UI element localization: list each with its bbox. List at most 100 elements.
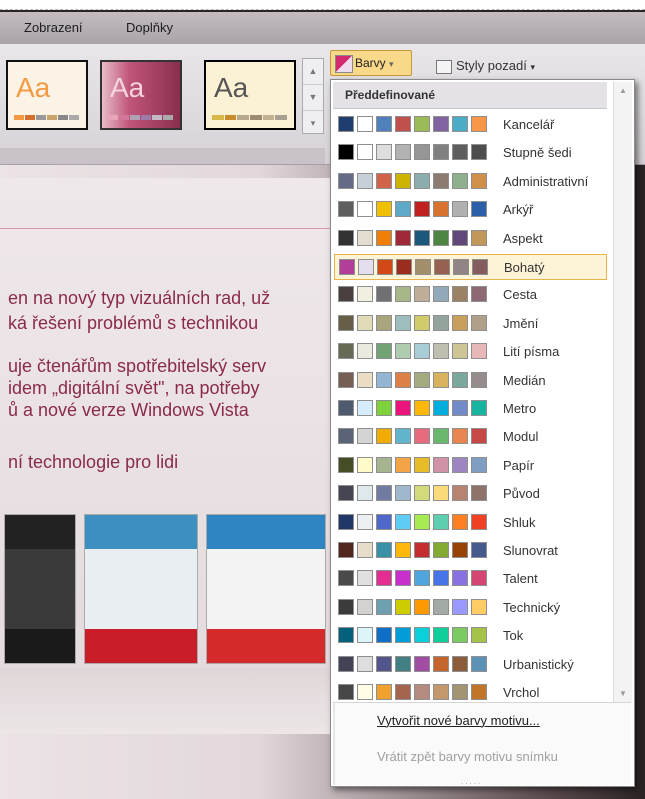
menu-bar: Zobrazení Doplňky [0, 12, 645, 44]
color-scheme-item[interactable]: Modul [334, 424, 607, 450]
color-swatch [376, 684, 392, 700]
color-swatch [433, 400, 449, 416]
chevron-down-icon: ▾ [530, 62, 535, 72]
color-swatch [433, 371, 449, 388]
color-swatch [395, 371, 411, 388]
color-swatch [376, 485, 392, 502]
color-scheme-item[interactable]: Jmění [334, 311, 607, 337]
color-swatch [433, 116, 449, 132]
color-scheme-label: Bohatý [504, 260, 545, 275]
color-swatch [357, 513, 373, 530]
color-scheme-label: Shluk [503, 514, 536, 530]
gallery-scroll[interactable]: ▲ ▼ ▾ [302, 58, 324, 134]
gallery-more-icon[interactable]: ▾ [303, 111, 323, 136]
gallery-scroll-up-icon[interactable]: ▲ [303, 59, 323, 85]
color-scheme-item[interactable]: Stupně šedi [334, 140, 607, 166]
color-swatch [471, 598, 487, 615]
color-swatch [471, 456, 487, 473]
color-swatch [338, 314, 354, 331]
color-swatch [338, 201, 354, 218]
color-swatch [471, 684, 487, 700]
theme-thumbnail-2[interactable]: Aa [100, 60, 182, 130]
color-swatch [434, 259, 450, 275]
color-swatch [395, 598, 411, 615]
color-swatch [338, 428, 354, 445]
color-swatch [433, 229, 449, 246]
color-scheme-label: Slunovrat [503, 543, 558, 558]
color-swatch [357, 116, 373, 132]
color-swatch [357, 485, 373, 502]
create-theme-colors-link[interactable]: Vytvořit nové barvy motivu... [377, 713, 540, 728]
color-scheme-item[interactable]: Cesta [334, 282, 607, 308]
color-swatch [376, 116, 392, 132]
color-swatch [396, 259, 412, 275]
gallery-scroll-down-icon[interactable]: ▼ [303, 85, 323, 111]
dropdown-scrollbar[interactable]: ▲ ▼ [613, 82, 632, 702]
color-scheme-item[interactable]: Metro [334, 396, 607, 422]
color-swatch [338, 598, 354, 615]
color-swatch [376, 229, 392, 246]
color-swatch [376, 286, 392, 303]
color-swatch [376, 513, 392, 530]
color-swatch [338, 627, 354, 644]
styly-pozadi-button[interactable]: Styly pozadí ▾ [436, 58, 535, 74]
color-scheme-item[interactable]: Aspekt [334, 226, 607, 252]
color-scheme-label: Talent [503, 571, 538, 587]
barvy-button[interactable]: Barvy ▾ [330, 50, 412, 76]
scroll-down-icon[interactable]: ▼ [619, 689, 627, 698]
color-scheme-item[interactable]: Talent [334, 566, 607, 592]
color-scheme-item[interactable]: Urbanistický [334, 652, 607, 678]
color-scheme-item[interactable]: Shluk [334, 510, 607, 536]
color-swatch [358, 259, 374, 275]
color-scheme-item[interactable]: Medián [334, 368, 607, 394]
color-swatch [395, 314, 411, 331]
color-swatch [395, 400, 411, 416]
color-swatches [338, 513, 490, 530]
color-swatch [471, 172, 487, 189]
color-swatches [338, 655, 490, 672]
colors-dropdown: Předdefinované ▲ ▼ Kancelář Stupně šedi Ad… [330, 79, 635, 787]
color-swatch [433, 598, 449, 615]
scroll-up-icon[interactable]: ▲ [619, 86, 627, 95]
color-scheme-item[interactable]: Slunovrat [334, 538, 607, 564]
color-swatch [433, 655, 449, 672]
color-scheme-item[interactable]: Lití písma [334, 339, 607, 365]
color-scheme-item[interactable]: Papír [334, 453, 607, 479]
color-swatch [471, 144, 487, 161]
styly-label: Styly pozadí [456, 58, 527, 73]
color-swatch [433, 314, 449, 331]
color-swatch [376, 371, 392, 388]
color-swatch [376, 314, 392, 331]
menu-doplnky[interactable]: Doplňky [126, 20, 173, 35]
color-swatch [414, 343, 430, 360]
color-swatch [452, 400, 468, 416]
menu-zobrazeni[interactable]: Zobrazení [24, 20, 83, 35]
color-swatch [471, 513, 487, 530]
theme-thumbnail-3[interactable]: Aa [204, 60, 296, 130]
reset-theme-colors-link[interactable]: Vrátit zpět barvy motivu snímku [377, 749, 558, 764]
color-swatch [471, 201, 487, 218]
color-scheme-item[interactable]: Bohatý [334, 254, 607, 280]
color-scheme-item[interactable]: Původ [334, 481, 607, 507]
color-swatch [376, 456, 392, 473]
color-scheme-item[interactable]: Arkýř [334, 197, 607, 223]
color-swatch [452, 598, 468, 615]
resize-grip-icon[interactable]: ..... [461, 777, 482, 786]
color-swatch [339, 259, 355, 275]
color-scheme-label: Tok [503, 628, 524, 644]
theme-thumbnail-1[interactable]: Aa [6, 60, 88, 130]
color-swatch [414, 144, 430, 161]
color-swatch [415, 259, 431, 275]
color-scheme-label: Administrativní [503, 173, 589, 189]
color-swatch [357, 371, 373, 388]
color-scheme-item[interactable]: Tok [334, 623, 607, 649]
color-scheme-item[interactable]: Kancelář [334, 112, 607, 138]
thumb-2-colors [108, 115, 174, 120]
color-swatch [452, 485, 468, 502]
color-scheme-item[interactable]: Technický [334, 595, 607, 621]
color-scheme-item[interactable]: Administrativní [334, 169, 607, 195]
color-swatch [433, 343, 449, 360]
color-swatch [414, 655, 430, 672]
color-swatch [377, 259, 393, 275]
color-swatch [433, 144, 449, 161]
